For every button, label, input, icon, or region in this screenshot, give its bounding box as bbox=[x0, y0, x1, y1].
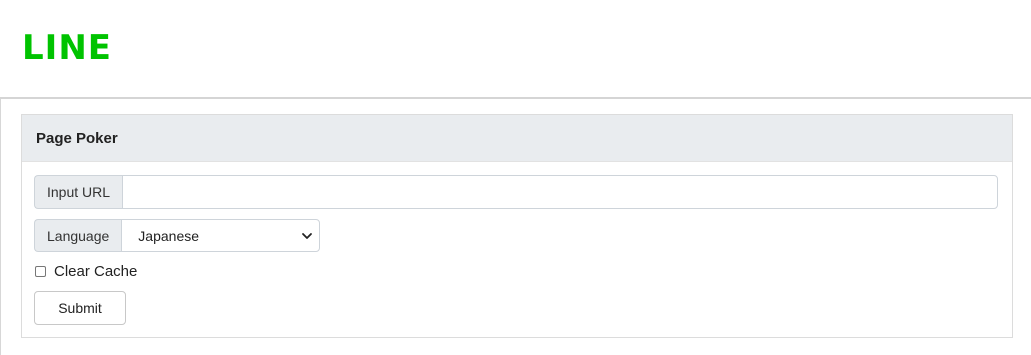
url-label: Input URL bbox=[34, 175, 123, 209]
page-poker-panel: Page Poker Input URL Language Japanese C… bbox=[21, 114, 1013, 338]
clear-cache-row: Clear Cache bbox=[35, 263, 137, 280]
clear-cache-label[interactable]: Clear Cache bbox=[54, 263, 137, 280]
clear-cache-checkbox[interactable] bbox=[35, 266, 46, 277]
submit-button[interactable]: Submit bbox=[34, 291, 126, 325]
panel-title: Page Poker bbox=[22, 115, 1012, 162]
language-input-group: Language Japanese bbox=[34, 219, 321, 252]
language-label: Language bbox=[34, 219, 122, 252]
language-selected-value: Japanese bbox=[138, 227, 200, 244]
line-logo[interactable]: LINE bbox=[22, 28, 112, 68]
chevron-down-icon bbox=[302, 232, 313, 239]
language-select[interactable]: Japanese bbox=[121, 219, 321, 252]
top-header: LINE bbox=[0, 0, 1031, 99]
url-input-group: Input URL bbox=[34, 175, 999, 209]
url-input[interactable] bbox=[122, 175, 999, 209]
